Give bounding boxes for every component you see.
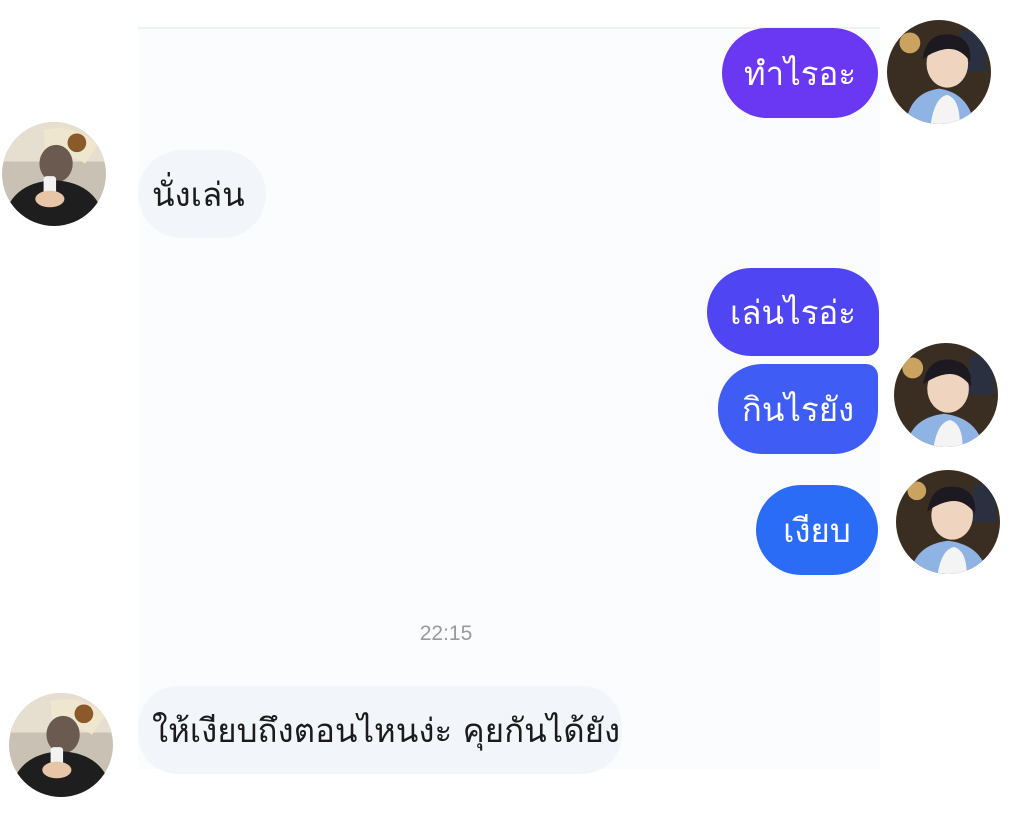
outgoing-message-bubble[interactable]: เงียบ	[756, 485, 878, 575]
message-text: เงียบ	[783, 510, 851, 550]
contact-avatar[interactable]	[2, 122, 106, 226]
message-text: กินไรยัง	[741, 389, 855, 429]
profile-photo-icon	[2, 122, 106, 226]
message-text: นั่งเล่น	[152, 174, 245, 214]
profile-photo-icon	[894, 343, 998, 447]
contact-avatar[interactable]	[9, 693, 113, 797]
message-timestamp: 22:15	[419, 622, 473, 645]
outgoing-message-bubble[interactable]: เล่นไรอ่ะ	[707, 268, 879, 356]
outgoing-message-bubble[interactable]: ทำไรอะ	[722, 28, 878, 118]
incoming-message-bubble[interactable]: ให้เงียบถึงตอนไหนง่ะ คุยกันได้ยัง	[138, 686, 622, 774]
self-avatar[interactable]	[887, 20, 991, 124]
message-text: เล่นไรอ่ะ	[730, 292, 856, 332]
profile-photo-icon	[9, 693, 113, 797]
message-text: ให้เงียบถึงตอนไหนง่ะ คุยกันได้ยัง	[152, 710, 621, 750]
message-text: ทำไรอะ	[743, 53, 857, 93]
incoming-message-bubble[interactable]: นั่งเล่น	[138, 150, 266, 238]
self-avatar[interactable]	[896, 470, 1000, 574]
self-avatar[interactable]	[894, 343, 998, 447]
outgoing-message-bubble[interactable]: กินไรยัง	[718, 364, 878, 454]
profile-photo-icon	[887, 20, 991, 124]
profile-photo-icon	[896, 470, 1000, 574]
